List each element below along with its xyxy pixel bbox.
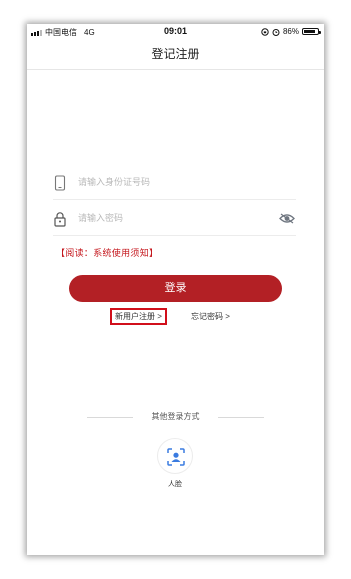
face-scan-icon — [167, 448, 185, 466]
phone-screen: 中国电信 4G 09:01 86% 登记注册 请输入身份证号码 【阅读：系统使用… — [27, 24, 324, 555]
status-bar: 中国电信 4G 09:01 86% — [27, 24, 324, 40]
password-field — [53, 202, 296, 236]
status-right: 86% — [261, 27, 321, 36]
usage-notice-link[interactable]: 【阅读：系统使用须知】 — [56, 246, 158, 259]
other-login-title: 其他登录方式 — [151, 412, 200, 421]
id-number-field — [53, 166, 296, 200]
register-link[interactable]: 新用户注册 > — [110, 308, 167, 325]
battery-icon — [302, 28, 321, 35]
other-login-divider: 其他登录方式 — [87, 411, 264, 423]
lock-icon — [54, 212, 66, 227]
login-button[interactable]: 登录 — [69, 275, 282, 302]
page-title: 登记注册 — [151, 47, 200, 61]
face-login-button[interactable] — [157, 438, 193, 474]
password-input[interactable] — [78, 209, 258, 227]
phone-icon — [54, 175, 66, 191]
nav-bar: 登记注册 — [27, 40, 324, 70]
eye-icon[interactable] — [279, 213, 295, 224]
id-number-input[interactable] — [78, 173, 258, 191]
forgot-password-link[interactable]: 忘记密码 > — [191, 311, 230, 322]
divider-line-right — [218, 417, 264, 418]
divider-line-left — [87, 417, 133, 418]
alarm-icon — [272, 28, 280, 36]
face-login-label: 人脸 — [168, 481, 182, 488]
battery-percent: 86% — [282, 27, 299, 36]
lock-rotation-icon — [261, 27, 269, 36]
